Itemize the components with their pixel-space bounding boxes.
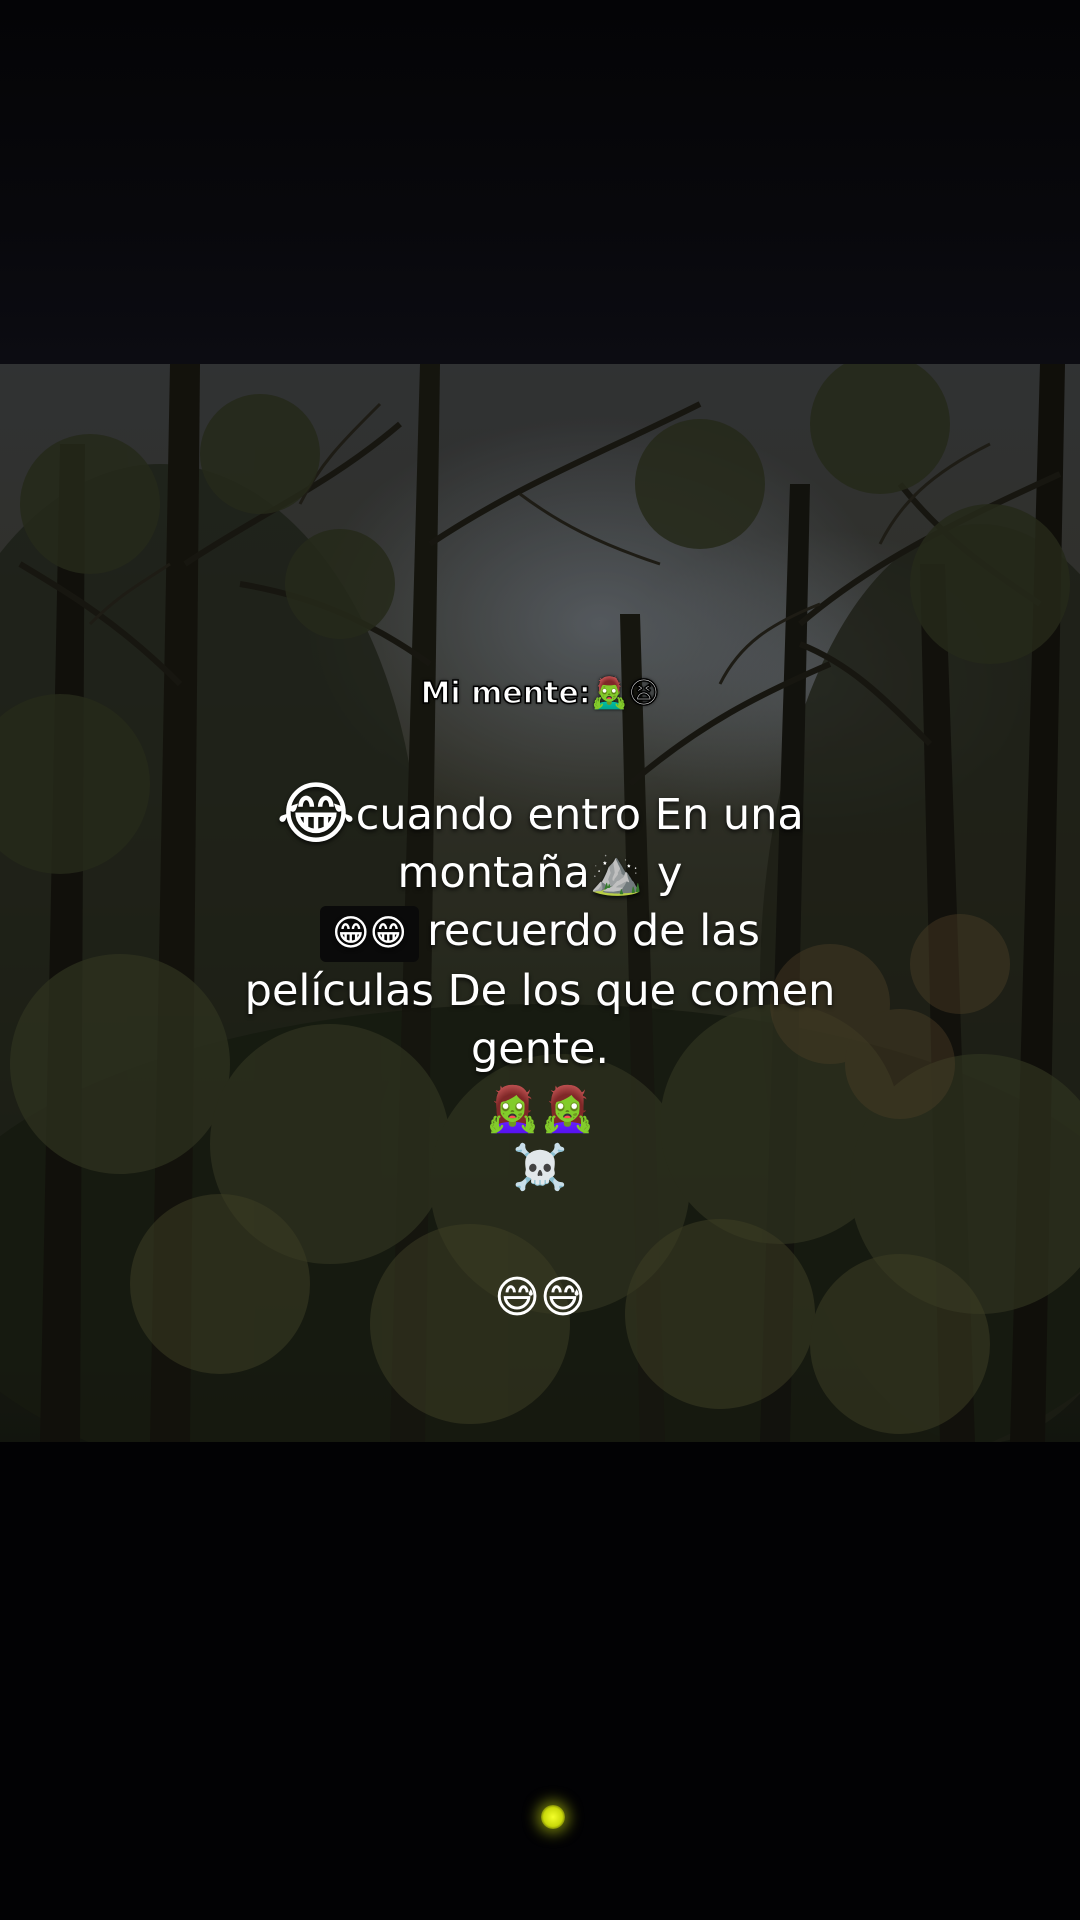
caption-line-3: 😁😁 recuerdo de las: [0, 902, 1080, 962]
sweat-smile-emoji-row: 😅😅: [494, 1272, 586, 1323]
zombie-emoji-row: 🧟‍♀️🧟‍♀️: [485, 1084, 595, 1135]
caption-line-4: películas De los que comen: [244, 966, 836, 1016]
yellow-indicator-dot: [541, 1805, 565, 1829]
laughing-emoji-icon: 😂: [276, 775, 356, 854]
top-letterbox: [0, 0, 1080, 364]
video-frame: Mi mente:🧟‍♂️😫 😂cuando entro En una mont…: [0, 0, 1080, 1920]
caption-line-2: montaña⛰️ y: [397, 848, 683, 898]
caption-text: 😂cuando entro En una montaña⛰️ y 😁😁 recue…: [0, 781, 1080, 1078]
grinning-emoji-box: 😁😁: [320, 906, 420, 962]
caption-line-1-text: cuando entro En una: [355, 790, 804, 840]
caption-line-1: 😂cuando entro En una: [0, 781, 1080, 849]
mind-label: Mi mente:🧟‍♂️😫: [420, 675, 660, 712]
caption-line-5: gente.: [471, 1024, 609, 1074]
bottom-letterbox: [0, 1442, 1080, 1920]
skull-emoji-row: ☠️: [512, 1142, 568, 1193]
caption-line-3-text: recuerdo de las: [427, 906, 760, 956]
